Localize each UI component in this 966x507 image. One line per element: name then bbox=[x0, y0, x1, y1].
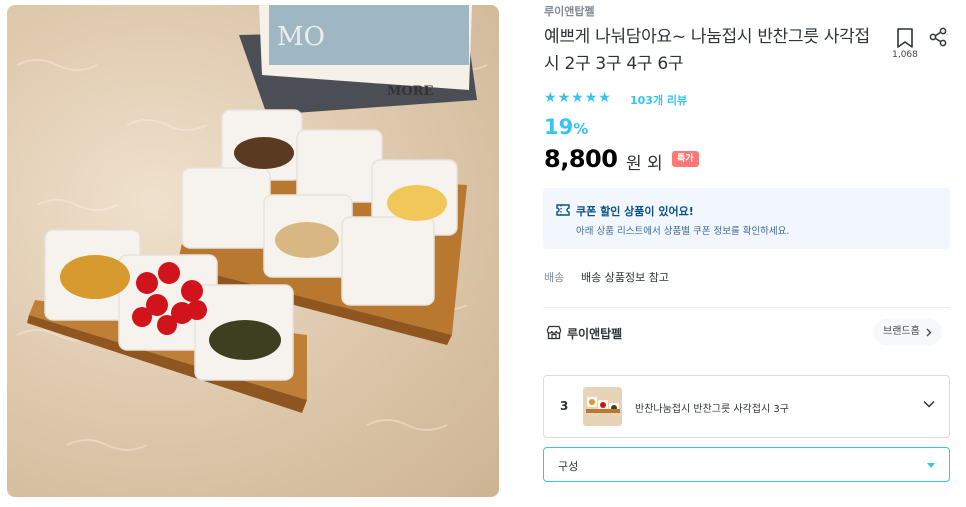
review-count-link[interactable]: 103개 리뷰 bbox=[630, 92, 687, 108]
option-name: 반찬나눔접시 반찬그릇 사각접시 3구 bbox=[635, 404, 789, 415]
product-photo: MO MORE bbox=[16, 5, 488, 451]
shipping-value: 배송 상품정보 참고 bbox=[581, 271, 669, 284]
store-icon bbox=[546, 325, 562, 340]
rating-stars[interactable]: ★ ★ ★ ★ ★ bbox=[544, 90, 611, 106]
coupon-icon bbox=[556, 204, 570, 216]
brand-name[interactable]: 루이앤탑펠 bbox=[544, 3, 595, 19]
product-main-image[interactable]: MO MORE bbox=[7, 5, 499, 497]
option-quantity: 3 bbox=[560, 399, 569, 413]
store-name[interactable]: 루이앤탑펠 bbox=[567, 325, 622, 342]
discount-value: 19 bbox=[544, 115, 574, 139]
coupon-title: 쿠폰 할인 상품이 있어요! bbox=[576, 205, 694, 218]
selected-option-card[interactable]: 3 반찬나눔접시 반찬그릇 사각접시 3구 bbox=[543, 375, 950, 438]
brand-home-label: 브랜드홈 bbox=[883, 326, 920, 337]
share-icon bbox=[929, 27, 947, 47]
scrap-count: 1,068 bbox=[892, 50, 918, 60]
special-deal-badge: 특가 bbox=[672, 151, 699, 167]
star-icon: ★ bbox=[557, 90, 571, 106]
option-thumbnail bbox=[583, 387, 622, 426]
caret-down-icon bbox=[927, 463, 935, 468]
star-icon: ★ bbox=[584, 90, 598, 106]
chevron-down-icon[interactable] bbox=[923, 400, 935, 408]
option-select[interactable]: 구성 bbox=[543, 447, 950, 482]
bookmark-icon bbox=[897, 28, 913, 48]
discount-rate: 19% bbox=[544, 115, 588, 139]
star-icon: ★ bbox=[571, 90, 584, 106]
coupon-banner[interactable]: 쿠폰 할인 상품이 있어요! 아래 상품 리스트에서 상품별 쿠폰 정보를 확인… bbox=[543, 188, 950, 249]
option-select-placeholder: 구성 bbox=[558, 460, 579, 473]
price-suffix: 원 외 bbox=[626, 154, 663, 174]
discount-unit: % bbox=[573, 120, 589, 138]
bookmark-button[interactable]: 1,068 bbox=[889, 27, 921, 60]
chevron-right-icon bbox=[926, 328, 932, 336]
product-title: 예쁘게 나눠담아요~ 나눔접시 반찬그릇 사각접시 2구 3구 4구 6구 bbox=[544, 27, 870, 74]
shipping-label: 배송 bbox=[544, 271, 565, 284]
star-icon: ★ bbox=[544, 90, 557, 106]
section-divider bbox=[543, 307, 950, 308]
sale-price: 8,800 bbox=[544, 145, 618, 173]
svg-text:MORE: MORE bbox=[387, 84, 434, 99]
star-icon: ★ bbox=[598, 90, 611, 106]
coupon-description: 아래 상품 리스트에서 상품별 쿠폰 정보를 확인하세요. bbox=[576, 226, 790, 237]
svg-text:MO: MO bbox=[277, 22, 325, 52]
share-button[interactable] bbox=[928, 27, 948, 47]
brand-home-button[interactable]: 브랜드홈 bbox=[873, 319, 942, 345]
